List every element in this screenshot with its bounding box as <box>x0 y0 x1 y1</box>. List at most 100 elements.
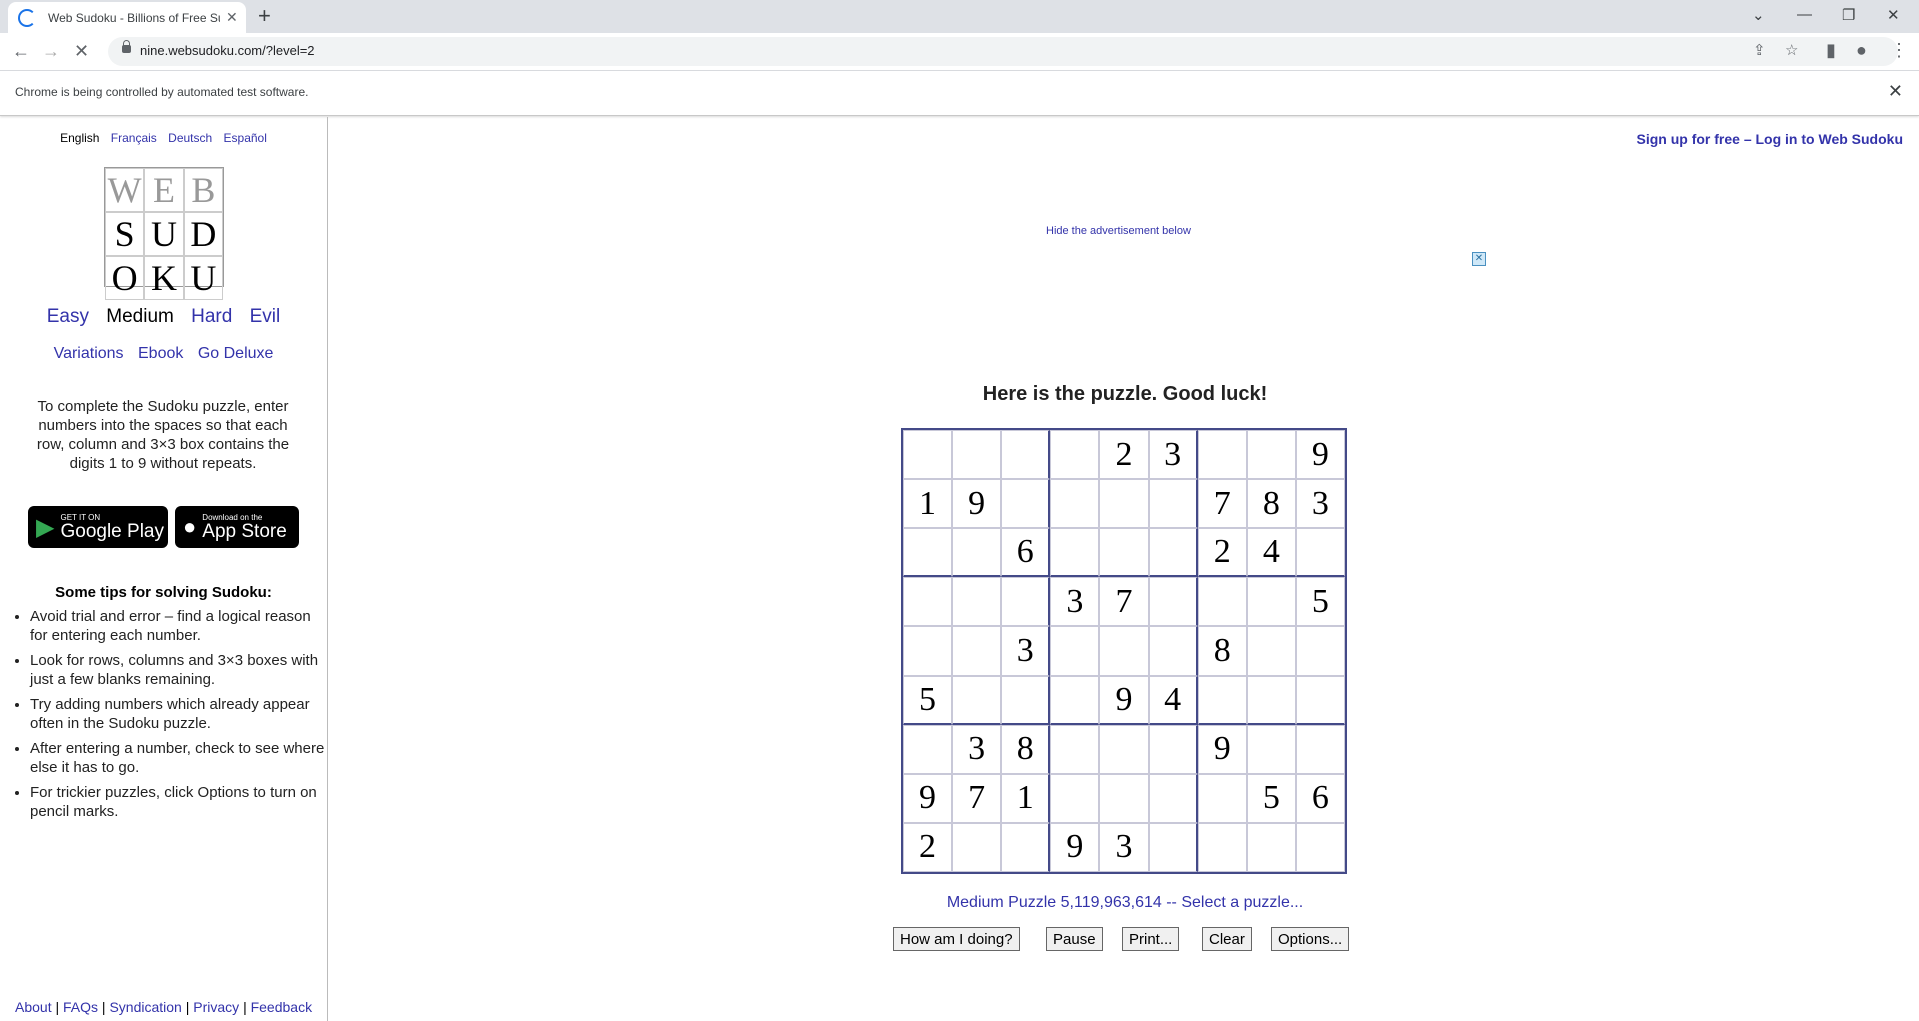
logo-letter: W <box>105 168 145 212</box>
sudoku-cell[interactable] <box>952 626 1002 676</box>
sudoku-cell[interactable] <box>1295 724 1345 774</box>
sudoku-cell[interactable] <box>1197 675 1247 725</box>
level-hard[interactable]: Hard <box>191 306 232 327</box>
print-button[interactable]: Print... <box>1122 927 1180 951</box>
sudoku-cell[interactable] <box>1197 822 1247 872</box>
sudoku-cell[interactable] <box>903 528 953 578</box>
new-tab-icon[interactable]: + <box>258 4 271 28</box>
options-button[interactable]: Options... <box>1271 927 1350 951</box>
side-panel-icon[interactable]: ▮ <box>1826 40 1836 61</box>
about-link[interactable]: About <box>15 999 52 1015</box>
restore-icon[interactable]: ❐ <box>1842 6 1855 24</box>
menu-icon[interactable]: ⋮ <box>1890 40 1908 61</box>
privacy-link[interactable]: Privacy <box>193 999 239 1015</box>
sudoku-cell[interactable] <box>1050 479 1100 529</box>
stop-icon[interactable]: ✕ <box>74 41 89 62</box>
sudoku-cell: 8 <box>1001 724 1051 774</box>
sudoku-cell[interactable] <box>1148 528 1198 578</box>
sudoku-cell[interactable] <box>1099 626 1149 676</box>
sudoku-cell[interactable] <box>1246 675 1296 725</box>
sudoku-cell[interactable] <box>1197 773 1247 823</box>
sudoku-cell[interactable] <box>1295 626 1345 676</box>
clear-button[interactable]: Clear <box>1202 927 1252 951</box>
sudoku-cell[interactable] <box>903 430 953 480</box>
sudoku-cell[interactable] <box>903 626 953 676</box>
sudoku-cell[interactable] <box>1001 479 1051 529</box>
sudoku-cell[interactable] <box>952 430 1002 480</box>
tab-close-icon[interactable]: ✕ <box>226 9 238 26</box>
puzzle-info[interactable]: Medium Puzzle 5,119,963,614 -- Select a … <box>870 894 1380 912</box>
sudoku-cell[interactable] <box>952 822 1002 872</box>
minimize-icon[interactable]: — <box>1797 6 1812 23</box>
syndication-link[interactable]: Syndication <box>109 999 181 1015</box>
app-store-badge[interactable]: ● Download on the App Store <box>175 506 299 548</box>
sudoku-cell[interactable] <box>1050 430 1100 480</box>
sudoku-cell[interactable] <box>1197 577 1247 627</box>
how-am-i-doing-button[interactable]: How am I doing? <box>893 927 1020 951</box>
sudoku-cell[interactable] <box>952 577 1002 627</box>
sudoku-cell[interactable] <box>1050 675 1100 725</box>
lock-icon <box>122 40 131 53</box>
ebook-link[interactable]: Ebook <box>138 345 183 362</box>
signup-login-link[interactable]: Sign up for free – Log in to Web Sudoku <box>1636 131 1903 147</box>
lang-espanol[interactable]: Español <box>224 131 267 145</box>
sudoku-cell[interactable] <box>952 528 1002 578</box>
back-icon[interactable]: ← <box>12 41 30 62</box>
sudoku-cell[interactable] <box>1001 822 1051 872</box>
sudoku-cell[interactable] <box>1246 626 1296 676</box>
sudoku-cell[interactable] <box>1050 528 1100 578</box>
sudoku-cell[interactable] <box>1148 724 1198 774</box>
sudoku-cell[interactable] <box>1148 479 1198 529</box>
sudoku-cell[interactable] <box>1295 822 1345 872</box>
sudoku-cell[interactable] <box>1148 773 1198 823</box>
lang-francais[interactable]: Français <box>111 131 157 145</box>
pause-button[interactable]: Pause <box>1046 927 1103 951</box>
sudoku-cell[interactable] <box>1001 430 1051 480</box>
lang-deutsch[interactable]: Deutsch <box>168 131 212 145</box>
sudoku-cell[interactable] <box>1050 626 1100 676</box>
browser-tab[interactable]: Web Sudoku - Billions of Free Su ✕ <box>8 2 246 33</box>
sudoku-cell[interactable] <box>1099 528 1149 578</box>
sudoku-cell: 7 <box>1197 479 1247 529</box>
sudoku-cell[interactable] <box>1001 577 1051 627</box>
ad-close-icon[interactable]: ✕ <box>1472 252 1486 266</box>
logo-letter: K <box>144 256 184 300</box>
sudoku-cell[interactable] <box>1001 675 1051 725</box>
faqs-link[interactable]: FAQs <box>63 999 98 1015</box>
hide-ad-link[interactable]: Hide the advertisement below <box>1046 225 1191 237</box>
feedback-link[interactable]: Feedback <box>251 999 312 1015</box>
sudoku-cell[interactable] <box>1295 675 1345 725</box>
level-evil[interactable]: Evil <box>250 306 281 327</box>
sudoku-cell[interactable] <box>1148 577 1198 627</box>
sudoku-cell[interactable] <box>1246 724 1296 774</box>
sudoku-cell[interactable] <box>952 675 1002 725</box>
sudoku-cell[interactable] <box>903 724 953 774</box>
close-window-icon[interactable]: ✕ <box>1887 6 1900 24</box>
sudoku-cell[interactable] <box>1148 626 1198 676</box>
sudoku-cell: 6 <box>1001 528 1051 578</box>
tab-search-icon[interactable]: ⌄ <box>1752 6 1765 24</box>
sudoku-cell[interactable] <box>1246 577 1296 627</box>
sudoku-cell[interactable] <box>1099 724 1149 774</box>
variations-link[interactable]: Variations <box>54 345 124 362</box>
level-easy[interactable]: Easy <box>47 306 89 327</box>
google-play-badge[interactable]: ▶ GET IT ON Google Play <box>28 506 168 548</box>
sudoku-cell[interactable] <box>1295 528 1345 578</box>
sudoku-cell[interactable] <box>1197 430 1247 480</box>
sudoku-cell[interactable] <box>1050 724 1100 774</box>
go-deluxe-link[interactable]: Go Deluxe <box>198 345 274 362</box>
share-icon[interactable]: ⇪ <box>1753 41 1766 59</box>
bookmark-star-icon[interactable]: ☆ <box>1785 41 1798 59</box>
profile-icon[interactable]: ● <box>1856 40 1867 61</box>
sudoku-cell[interactable] <box>1050 773 1100 823</box>
sudoku-cell[interactable] <box>903 577 953 627</box>
sudoku-cell[interactable] <box>1246 430 1296 480</box>
web-sudoku-logo[interactable]: W E B S U D O K U <box>104 167 224 300</box>
address-bar[interactable]: nine.websudoku.com/?level=2 ⇪ ☆ <box>108 37 1898 66</box>
forward-icon[interactable]: → <box>42 41 60 62</box>
infobar-close-icon[interactable]: ✕ <box>1888 81 1903 102</box>
sudoku-cell[interactable] <box>1246 822 1296 872</box>
sudoku-cell[interactable] <box>1148 822 1198 872</box>
sudoku-cell[interactable] <box>1099 479 1149 529</box>
sudoku-cell[interactable] <box>1099 773 1149 823</box>
